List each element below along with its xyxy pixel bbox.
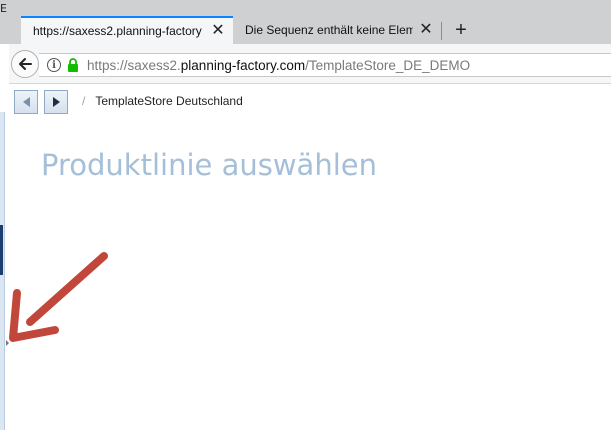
nav-prev-icon (22, 97, 30, 107)
navigation-bar: i https://saxess2.planning-factory.com/T… (9, 44, 611, 84)
lock-icon[interactable] (67, 58, 79, 72)
tab-bar: https://saxess2.planning-factory ✕ Die S… (9, 0, 611, 44)
plus-icon[interactable]: + (449, 18, 473, 42)
breadcrumb-separator: / (82, 94, 86, 108)
tab-sequenz[interactable]: Die Sequenz enthält keine Eleme ✕ (233, 16, 441, 44)
edge-expand-icon[interactable] (6, 340, 9, 346)
underlying-window-edge: E (0, 0, 9, 430)
tab-separator (441, 22, 442, 40)
info-icon[interactable]: i (47, 58, 61, 72)
tab-label: https://saxess2.planning-factory (33, 24, 202, 38)
edge-letter: E (0, 2, 7, 15)
previous-button[interactable] (14, 90, 38, 114)
edge-marker (0, 225, 3, 275)
url-text[interactable]: https://saxess2.planning-factory.com/Tem… (87, 58, 470, 73)
back-button[interactable] (11, 50, 39, 78)
url-host: planning-factory.com (180, 57, 306, 73)
breadcrumb-current[interactable]: TemplateStore Deutschland (95, 94, 242, 108)
close-icon[interactable]: ✕ (419, 22, 433, 38)
page-title: Produktlinie auswählen (41, 148, 377, 182)
page-navigation (14, 90, 74, 114)
nav-next-icon (52, 97, 60, 107)
address-bar[interactable]: i https://saxess2.planning-factory.com/T… (39, 53, 611, 77)
tab-label: Die Sequenz enthält keine Eleme (245, 23, 413, 37)
browser-window: E https://saxess2.planning-factory ✕ Die… (0, 0, 611, 430)
close-icon[interactable]: ✕ (211, 23, 225, 39)
next-button[interactable] (44, 90, 68, 114)
url-scheme: https://saxess2. (87, 57, 181, 73)
url-path: /TemplateStore_DE_DEMO (305, 57, 471, 73)
breadcrumb: / TemplateStore Deutschland (82, 94, 243, 108)
tab-saxess2[interactable]: https://saxess2.planning-factory ✕ (21, 16, 233, 44)
back-arrow-icon (19, 58, 32, 70)
